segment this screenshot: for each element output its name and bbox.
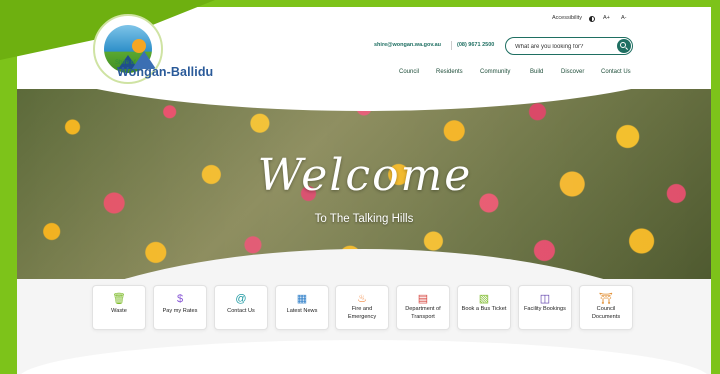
quick-link-latest-news[interactable]: ▦ Latest News	[275, 285, 329, 330]
nav-council[interactable]: Council	[399, 69, 419, 75]
nav-discover[interactable]: Discover	[561, 69, 584, 75]
quick-link-contact-us[interactable]: @ Contact Us	[214, 285, 268, 330]
quick-link-fire-emergency[interactable]: ♨ Fire and Emergency	[335, 285, 389, 330]
quick-link-label: Facility Bookings	[524, 306, 566, 312]
trash-icon: 🗑	[112, 293, 126, 305]
hero-tagline: To The Talking Hills	[314, 213, 414, 225]
building-icon: ⛩	[599, 293, 613, 305]
search-icon-handle	[624, 46, 629, 50]
quick-link-council-documents[interactable]: ⛩ Council Documents	[579, 285, 633, 330]
search-input[interactable]	[515, 41, 610, 52]
nav-contact-us[interactable]: Contact Us	[601, 69, 631, 75]
transport-icon: ▤	[417, 293, 429, 305]
quick-link-label: Council Documents	[591, 306, 621, 320]
quick-link-label: Pay my Rates	[162, 308, 198, 314]
brand-name[interactable]: Wongan-Ballidu	[117, 65, 213, 79]
email-link[interactable]: shire@wongan.wa.gov.au	[374, 42, 441, 48]
news-icon: ▦	[296, 293, 308, 305]
nav-residents[interactable]: Residents	[436, 69, 463, 75]
dollar-icon: $	[176, 293, 184, 305]
quick-link-facility-bookings[interactable]: ◫ Facility Bookings	[518, 285, 572, 330]
font-decrease-button[interactable]: A-	[621, 15, 627, 21]
book-icon: ◫	[539, 293, 551, 305]
search-box	[505, 37, 633, 55]
quick-link-label: Book a Bus Ticket	[461, 306, 507, 312]
quick-link-waste[interactable]: 🗑 Waste	[92, 285, 146, 330]
nav-community[interactable]: Community	[480, 69, 510, 75]
divider	[451, 41, 452, 50]
quick-link-pay-rates[interactable]: $ Pay my Rates	[153, 285, 207, 330]
font-increase-button[interactable]: A+	[603, 15, 610, 21]
fire-icon: ♨	[357, 293, 367, 305]
phone-link[interactable]: (08) 9671 2500	[457, 42, 494, 48]
nav-build[interactable]: Build	[530, 69, 543, 75]
at-icon: @	[235, 293, 247, 305]
quick-link-label: Contact Us	[227, 308, 255, 314]
quick-link-label: Department of Transport	[405, 306, 441, 320]
quick-link-label: Latest News	[286, 308, 318, 314]
quick-link-dept-transport[interactable]: ▤ Department of Transport	[396, 285, 450, 330]
accessibility-link[interactable]: Accessibility	[552, 15, 582, 21]
bus-icon: ▧	[478, 293, 490, 305]
quick-link-label: Fire and Emergency	[347, 306, 377, 320]
contrast-icon[interactable]	[589, 16, 595, 22]
search-button[interactable]	[617, 39, 631, 53]
hero-welcome-heading: Welcome	[257, 150, 473, 201]
quick-link-bus-ticket[interactable]: ▧ Book a Bus Ticket	[457, 285, 511, 330]
quick-link-label: Waste	[111, 308, 127, 314]
